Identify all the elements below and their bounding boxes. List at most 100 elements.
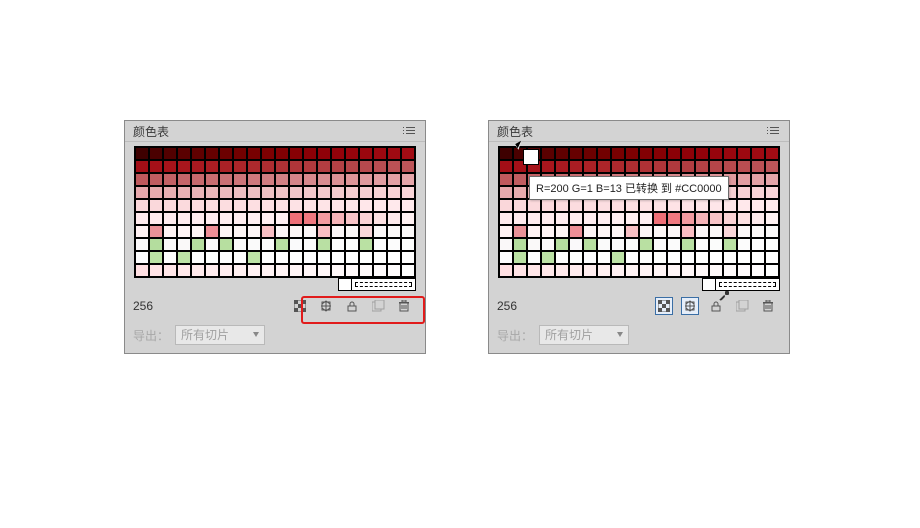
color-swatch[interactable] xyxy=(317,238,331,251)
color-swatch[interactable] xyxy=(233,147,247,160)
color-swatch[interactable] xyxy=(303,264,317,277)
color-swatch[interactable] xyxy=(765,264,779,277)
color-swatch[interactable] xyxy=(373,173,387,186)
color-swatch[interactable] xyxy=(597,147,611,160)
lock-icon[interactable] xyxy=(343,297,361,315)
color-swatch[interactable] xyxy=(163,199,177,212)
color-swatch[interactable] xyxy=(611,212,625,225)
color-swatch[interactable] xyxy=(569,225,583,238)
color-swatch[interactable] xyxy=(723,225,737,238)
color-swatch[interactable] xyxy=(149,225,163,238)
color-swatch[interactable] xyxy=(583,160,597,173)
color-swatch[interactable] xyxy=(765,225,779,238)
color-swatch[interactable] xyxy=(289,251,303,264)
color-swatch[interactable] xyxy=(513,264,527,277)
color-swatch[interactable] xyxy=(149,251,163,264)
color-swatch[interactable] xyxy=(359,212,373,225)
color-swatch[interactable] xyxy=(709,251,723,264)
color-swatch[interactable] xyxy=(205,147,219,160)
color-swatch[interactable] xyxy=(639,251,653,264)
color-swatch[interactable] xyxy=(359,173,373,186)
color-swatch[interactable] xyxy=(345,160,359,173)
color-swatch[interactable] xyxy=(667,264,681,277)
color-swatch[interactable] xyxy=(177,225,191,238)
color-swatch[interactable] xyxy=(261,251,275,264)
color-swatch[interactable] xyxy=(149,160,163,173)
color-swatch[interactable] xyxy=(331,199,345,212)
color-swatch[interactable] xyxy=(625,264,639,277)
color-swatch[interactable] xyxy=(163,186,177,199)
color-swatch[interactable] xyxy=(233,160,247,173)
color-swatch[interactable] xyxy=(191,147,205,160)
color-swatch[interactable] xyxy=(583,212,597,225)
color-swatch[interactable] xyxy=(345,225,359,238)
color-swatch[interactable] xyxy=(667,225,681,238)
color-swatch[interactable] xyxy=(205,199,219,212)
color-swatch[interactable] xyxy=(345,238,359,251)
lock-icon[interactable] xyxy=(707,297,725,315)
color-swatch[interactable] xyxy=(653,199,667,212)
color-swatch[interactable] xyxy=(191,173,205,186)
color-swatch[interactable] xyxy=(261,225,275,238)
color-swatch[interactable] xyxy=(401,160,415,173)
color-swatch[interactable] xyxy=(625,199,639,212)
color-swatch[interactable] xyxy=(135,186,149,199)
color-swatch[interactable] xyxy=(163,147,177,160)
color-swatch[interactable] xyxy=(527,251,541,264)
color-swatch[interactable] xyxy=(527,238,541,251)
color-swatch[interactable] xyxy=(527,225,541,238)
color-swatch[interactable] xyxy=(499,264,513,277)
color-swatch[interactable] xyxy=(359,160,373,173)
color-swatch[interactable] xyxy=(135,199,149,212)
color-swatch[interactable] xyxy=(191,199,205,212)
color-swatch[interactable] xyxy=(261,264,275,277)
color-swatch[interactable] xyxy=(149,238,163,251)
color-swatch[interactable] xyxy=(611,264,625,277)
color-swatch[interactable] xyxy=(289,186,303,199)
color-swatch[interactable] xyxy=(177,186,191,199)
color-swatch[interactable] xyxy=(163,173,177,186)
color-swatch[interactable] xyxy=(191,225,205,238)
color-swatch[interactable] xyxy=(331,186,345,199)
color-swatch[interactable] xyxy=(513,186,527,199)
color-swatch[interactable] xyxy=(737,251,751,264)
color-swatch[interactable] xyxy=(219,147,233,160)
color-swatch[interactable] xyxy=(345,147,359,160)
color-swatch[interactable] xyxy=(359,147,373,160)
color-swatch[interactable] xyxy=(331,238,345,251)
color-swatch[interactable] xyxy=(177,160,191,173)
color-swatch[interactable] xyxy=(289,147,303,160)
color-swatch[interactable] xyxy=(331,225,345,238)
color-swatch[interactable] xyxy=(303,147,317,160)
color-swatch[interactable] xyxy=(163,212,177,225)
color-swatch[interactable] xyxy=(135,212,149,225)
color-swatch[interactable] xyxy=(625,212,639,225)
color-swatch[interactable] xyxy=(261,173,275,186)
color-swatch[interactable] xyxy=(499,147,513,160)
color-swatch[interactable] xyxy=(751,173,765,186)
color-swatch[interactable] xyxy=(751,264,765,277)
color-swatch[interactable] xyxy=(541,251,555,264)
color-swatch[interactable] xyxy=(233,212,247,225)
color-swatch[interactable] xyxy=(331,173,345,186)
color-swatch[interactable] xyxy=(163,238,177,251)
color-swatch[interactable] xyxy=(289,160,303,173)
color-swatch[interactable] xyxy=(667,160,681,173)
color-swatch[interactable] xyxy=(709,160,723,173)
color-swatch[interactable] xyxy=(373,186,387,199)
color-swatch[interactable] xyxy=(205,225,219,238)
color-swatch[interactable] xyxy=(331,160,345,173)
color-swatch[interactable] xyxy=(569,147,583,160)
color-swatch[interactable] xyxy=(611,251,625,264)
empty-swatch[interactable] xyxy=(338,278,352,291)
color-swatch[interactable] xyxy=(275,160,289,173)
color-swatch[interactable] xyxy=(359,186,373,199)
color-swatch[interactable] xyxy=(751,225,765,238)
color-swatch[interactable] xyxy=(373,199,387,212)
color-swatch[interactable] xyxy=(765,186,779,199)
color-swatch[interactable] xyxy=(513,225,527,238)
color-swatch[interactable] xyxy=(681,212,695,225)
snap-web-icon[interactable] xyxy=(317,297,335,315)
color-swatch[interactable] xyxy=(233,186,247,199)
color-swatch[interactable] xyxy=(373,160,387,173)
